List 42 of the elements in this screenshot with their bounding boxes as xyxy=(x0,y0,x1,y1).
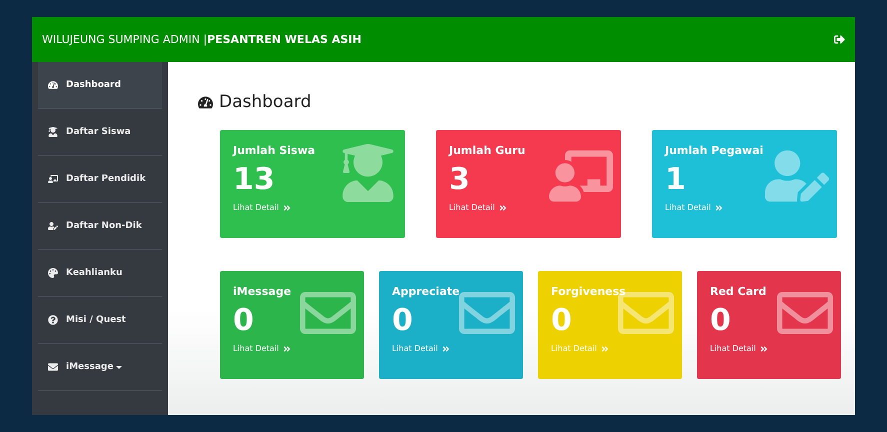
card-title: Forgiveness xyxy=(551,285,626,298)
card-value: 13 xyxy=(233,165,276,195)
help-icon xyxy=(48,315,58,325)
chevrons-icon xyxy=(600,344,609,352)
card-value: 3 xyxy=(449,165,471,195)
chevrons-icon xyxy=(760,344,768,352)
gauge-icon xyxy=(48,80,58,90)
chevrons-icon xyxy=(282,344,291,352)
sidebar-item[interactable]: Daftar Non-Dik xyxy=(38,203,162,250)
chevrons-icon xyxy=(282,204,291,212)
logout-icon[interactable] xyxy=(834,34,845,45)
card-title: iMessage xyxy=(233,285,292,298)
card-title: Red Card xyxy=(710,285,766,298)
sidebar-item[interactable]: Keahlianku xyxy=(38,250,162,297)
chevrons-icon xyxy=(442,344,450,352)
envelope-icon xyxy=(48,362,58,372)
detail-link[interactable]: Lihat Detail xyxy=(710,344,768,353)
card-value: 1 xyxy=(665,165,687,195)
sidebar-item[interactable]: Misi / Quest xyxy=(38,297,162,344)
site-name: PESANTREN WELAS ASIH xyxy=(207,33,362,46)
card-value: 0 xyxy=(392,306,414,336)
chevrons-icon xyxy=(498,204,507,212)
card-value: 0 xyxy=(233,306,255,336)
card-title: Appreciate xyxy=(392,285,460,298)
page-title: Dashboard xyxy=(219,92,312,112)
sidebar-item[interactable]: Daftar Pendidik xyxy=(38,156,162,203)
card-title: Jumlah Guru xyxy=(449,144,526,157)
gauge-icon xyxy=(198,94,213,110)
chevrons-icon xyxy=(714,204,723,212)
graduate-icon xyxy=(48,127,58,137)
sidebar-item[interactable]: Dashboard xyxy=(38,62,162,109)
card-title: Jumlah Pegawai xyxy=(665,144,764,157)
detail-link[interactable]: Lihat Detail xyxy=(449,203,507,212)
palette-icon xyxy=(48,268,58,278)
card-value: 0 xyxy=(710,306,732,336)
user-pen-icon xyxy=(48,221,58,231)
welcome-title: WILUJEUNG SUMPING ADMIN | xyxy=(42,33,208,46)
sidebar-item[interactable]: iMessage xyxy=(38,344,162,391)
card-title: Jumlah Siswa xyxy=(233,144,316,157)
teacher-board-icon xyxy=(48,174,58,184)
card-value: 0 xyxy=(551,306,573,336)
sidebar-item[interactable]: Daftar Siswa xyxy=(38,109,162,156)
